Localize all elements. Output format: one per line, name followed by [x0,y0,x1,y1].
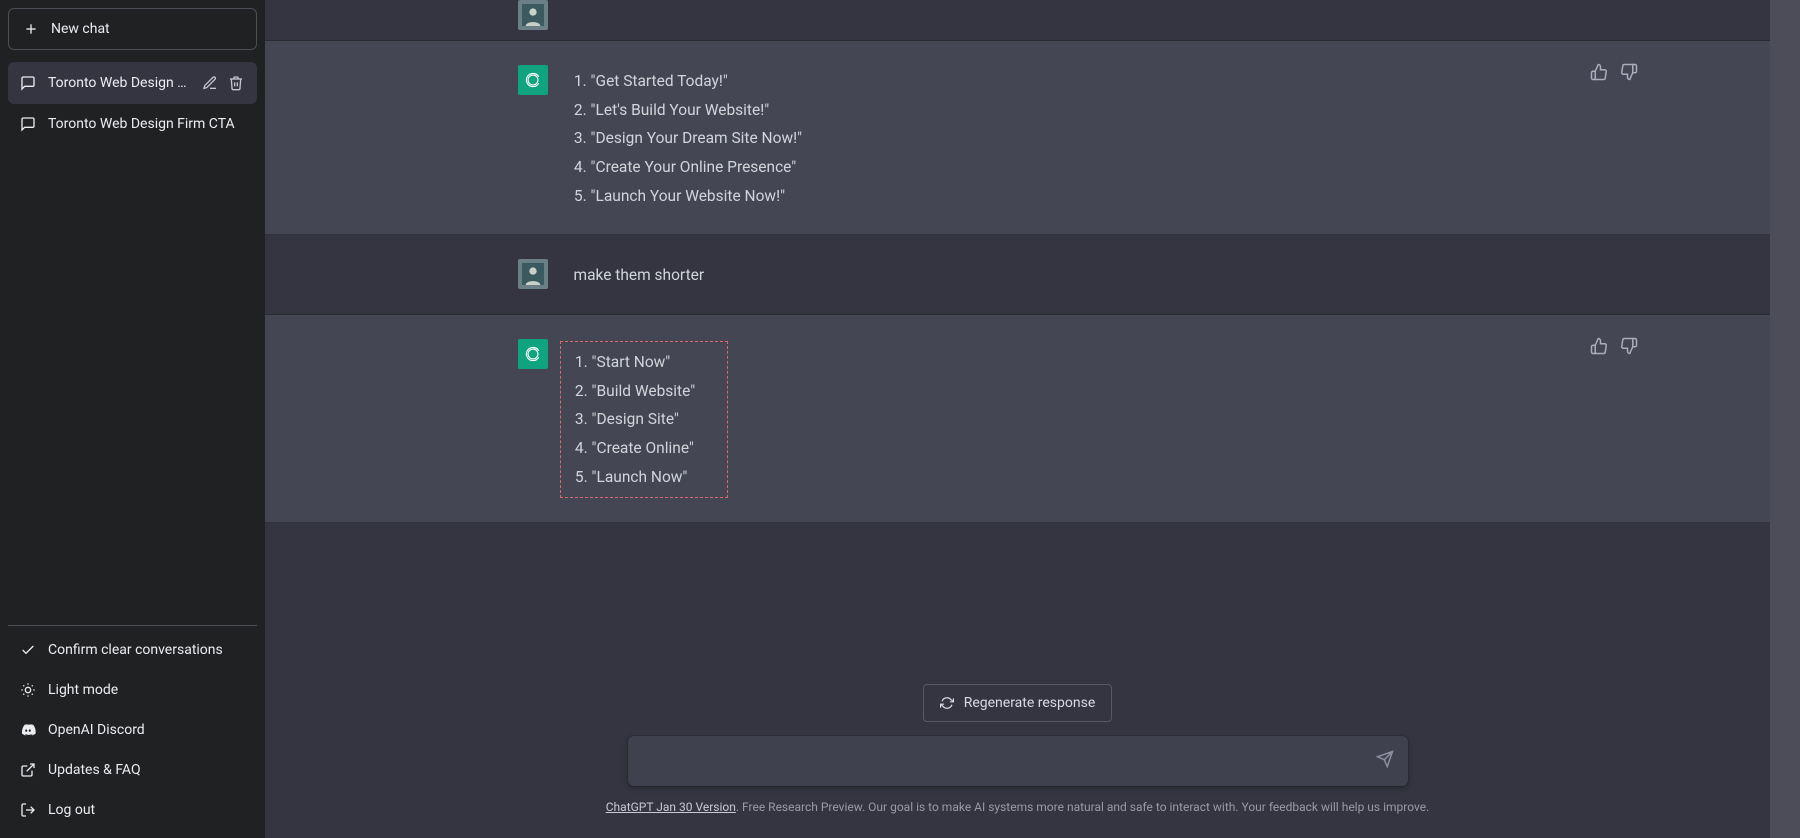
thumbs-up-button[interactable] [1590,337,1608,359]
logout-icon [20,802,36,818]
list-item: "Design Site" [592,405,696,434]
regenerate-button[interactable]: Regenerate response [923,684,1113,722]
logout-label: Log out [48,802,95,818]
updates-label: Updates & FAQ [48,762,141,778]
main-panel: "Get Started Today!" "Let's Build Your W… [265,0,1770,838]
conversation-thread: "Get Started Today!" "Let's Build Your W… [265,0,1770,684]
composer-area: Regenerate response ChatGPT Jan 30 Versi… [265,684,1770,838]
openai-logo-icon [522,343,544,365]
assistant-avatar [518,339,548,369]
list-item: "Let's Build Your Website!" [591,96,1518,125]
avatar-image-icon [522,263,544,285]
avatar-image-icon [522,4,544,26]
message-user [265,0,1770,41]
clear-conversations-button[interactable]: Confirm clear conversations [8,630,257,670]
thumbs-up-button[interactable] [1590,63,1608,85]
list-item: "Launch Your Website Now!" [591,182,1518,211]
assistant-content: "Get Started Today!" "Let's Build Your W… [574,65,1518,210]
theme-toggle-button[interactable]: Light mode [8,670,257,710]
thumbs-down-icon [1620,63,1638,81]
sun-icon [20,682,36,698]
chat-list: Toronto Web Design SI Toronto Web Design… [8,58,257,625]
send-icon [1376,750,1394,768]
updates-link[interactable]: Updates & FAQ [8,750,257,790]
thumbs-down-icon [1620,337,1638,355]
list-item: "Create Online" [592,434,696,463]
list-item: "Create Your Online Presence" [591,153,1518,182]
send-button[interactable] [1376,750,1394,772]
assistant-content: "Start Now" "Build Website" "Design Site… [574,339,1518,498]
thumbs-down-button[interactable] [1620,63,1638,85]
openai-logo-icon [522,69,544,91]
chat-title: Toronto Web Design SI [48,75,189,91]
plus-icon [23,21,39,37]
assistant-avatar [518,65,548,95]
user-avatar [518,0,548,30]
new-chat-label: New chat [51,21,110,37]
thumbs-down-button[interactable] [1620,337,1638,359]
message-input[interactable] [644,749,1362,773]
thumbs-up-icon [1590,63,1608,81]
refresh-icon [940,696,954,710]
discord-label: OpenAI Discord [48,722,145,738]
sidebar-bottom: Confirm clear conversations Light mode O… [8,630,257,830]
clear-conversations-label: Confirm clear conversations [48,642,223,658]
chat-icon [20,75,36,91]
list-item: "Build Website" [592,377,696,406]
highlighted-region: "Start Now" "Build Website" "Design Site… [560,341,729,498]
footer-note: ChatGPT Jan 30 Version. Free Research Pr… [606,800,1430,814]
thumbs-up-icon [1590,337,1608,355]
version-link[interactable]: ChatGPT Jan 30 Version [606,800,736,814]
chat-item[interactable]: Toronto Web Design SI [8,62,257,104]
theme-label: Light mode [48,682,118,698]
footer-text: . Free Research Preview. Our goal is to … [736,800,1429,814]
app-root: New chat Toronto Web Design SI Toronto W… [0,0,1800,838]
list-item: "Get Started Today!" [591,67,1518,96]
discord-link[interactable]: OpenAI Discord [8,710,257,750]
list-item: "Start Now" [592,348,696,377]
check-icon [20,642,36,658]
chat-item[interactable]: Toronto Web Design Firm CTA [8,104,257,144]
user-avatar [518,259,548,289]
pencil-icon [202,75,218,91]
edit-chat-button[interactable] [201,74,219,92]
list-item: "Launch Now" [592,463,696,492]
sidebar: New chat Toronto Web Design SI Toronto W… [0,0,265,838]
discord-icon [20,722,36,738]
trash-icon [228,75,244,91]
delete-chat-button[interactable] [227,74,245,92]
logout-button[interactable]: Log out [8,790,257,830]
chat-title: Toronto Web Design Firm CTA [48,116,245,132]
external-link-icon [20,762,36,778]
new-chat-button[interactable]: New chat [8,8,257,50]
chat-icon [20,116,36,132]
user-content: make them shorter [574,259,1518,290]
list-item: "Design Your Dream Site Now!" [591,124,1518,153]
message-assistant: "Get Started Today!" "Let's Build Your W… [265,41,1770,235]
message-user: make them shorter [265,235,1770,315]
message-composer[interactable] [628,736,1408,786]
message-assistant: "Start Now" "Build Website" "Design Site… [265,315,1770,523]
sidebar-divider [8,625,257,626]
regenerate-label: Regenerate response [964,695,1096,711]
scrollbar-track[interactable] [1770,0,1800,838]
